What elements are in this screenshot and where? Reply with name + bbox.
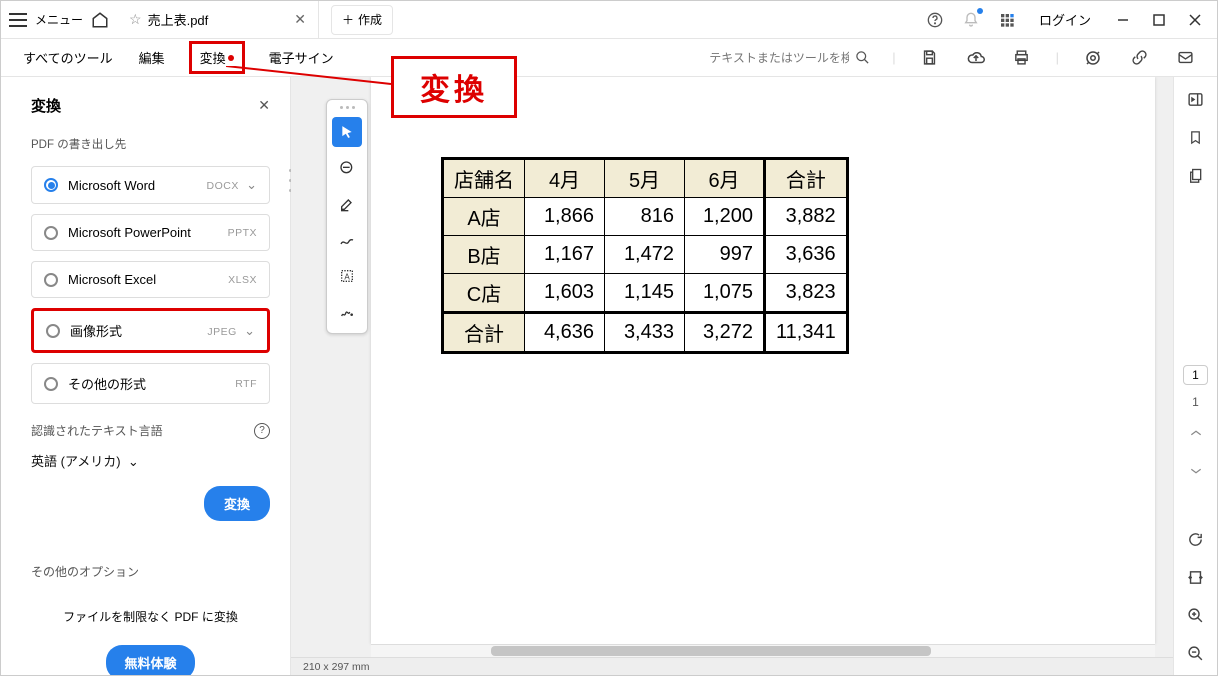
hamburger-menu[interactable]	[9, 13, 27, 27]
radio-icon	[44, 226, 58, 240]
new-tab-button[interactable]: ＋ 作成	[331, 5, 393, 35]
zoom-in-icon[interactable]	[1182, 601, 1210, 629]
tab-edit[interactable]: 編集	[137, 44, 167, 71]
language-label: 認識されたテキスト言語	[31, 422, 163, 439]
radio-selected-icon	[44, 178, 58, 192]
login-button[interactable]: ログイン	[1029, 6, 1101, 33]
document-tab[interactable]: ☆ 売上表.pdf ✕	[117, 1, 319, 39]
page-dimensions: 210 x 297 mm	[303, 661, 370, 673]
pages-icon[interactable]	[1182, 161, 1210, 189]
panel-subtitle: PDF の書き出し先	[31, 136, 270, 152]
apps-grid-icon[interactable]	[993, 6, 1021, 34]
horizontal-scrollbar[interactable]	[371, 644, 1155, 657]
plus-icon: ＋	[342, 11, 354, 28]
radio-icon	[44, 273, 58, 287]
export-option-other[interactable]: その他の形式 RTF	[31, 363, 270, 404]
tab-title: 売上表.pdf	[148, 10, 209, 29]
bookmark-icon[interactable]	[1182, 123, 1210, 151]
drag-handle-icon[interactable]	[340, 106, 355, 109]
convert-button[interactable]: 変換	[204, 486, 270, 521]
table-row: C店 1,603 1,145 1,075 3,823	[443, 274, 848, 313]
pointer-tool-icon[interactable]	[332, 117, 362, 147]
fit-width-icon[interactable]	[1182, 563, 1210, 591]
help-circle-icon[interactable]: ?	[254, 423, 270, 439]
chevron-down-icon: ⌄	[128, 454, 139, 469]
convert-panel: 変換 ✕ PDF の書き出し先 Microsoft Word DOCX ⌄ Mi…	[1, 77, 291, 675]
search-icon[interactable]	[855, 50, 870, 65]
export-option-powerpoint[interactable]: Microsoft PowerPoint PPTX	[31, 214, 270, 251]
page-tools-strip: A	[326, 99, 368, 334]
radio-icon	[46, 324, 60, 338]
table-total-row: 合計 4,636 3,433 3,272 11,341	[443, 313, 848, 353]
table-header-row: 店舗名 4月 5月 6月 合計	[443, 159, 848, 198]
current-page-indicator[interactable]: 1	[1183, 365, 1208, 385]
link-icon[interactable]	[1127, 46, 1151, 70]
chevron-down-icon: ⌄	[244, 323, 255, 338]
rotate-icon[interactable]	[1182, 525, 1210, 553]
export-option-excel[interactable]: Microsoft Excel XLSX	[31, 261, 270, 298]
menu-label[interactable]: メニュー	[35, 11, 83, 28]
svg-text:A: A	[344, 272, 350, 281]
signature-tool-icon[interactable]	[332, 297, 362, 327]
help-icon[interactable]	[921, 6, 949, 34]
minimize-icon[interactable]	[1109, 6, 1137, 34]
callout-dot	[228, 55, 234, 61]
status-bar: 210 x 297 mm	[291, 657, 1173, 675]
export-option-word[interactable]: Microsoft Word DOCX ⌄	[31, 166, 270, 204]
text-select-tool-icon[interactable]: A	[332, 261, 362, 291]
search-field[interactable]	[709, 50, 870, 65]
maximize-icon[interactable]	[1145, 6, 1173, 34]
tab-all-tools[interactable]: すべてのツール	[21, 44, 115, 71]
language-dropdown[interactable]: 英語 (アメリカ) ⌄	[31, 451, 270, 470]
document-viewer: 店舗名 4月 5月 6月 合計 A店 1,866 816 1,200 3,882	[291, 77, 1173, 675]
trial-button[interactable]: 無料体験	[106, 645, 194, 675]
table-row: B店 1,167 1,472 997 3,636	[443, 236, 848, 274]
star-icon[interactable]: ☆	[129, 11, 142, 28]
sales-table: 店舗名 4月 5月 6月 合計 A店 1,866 816 1,200 3,882	[441, 157, 849, 354]
total-pages: 1	[1192, 395, 1199, 409]
trial-text: ファイルを制限なく PDF に変換	[31, 608, 270, 625]
draw-tool-icon[interactable]	[332, 225, 362, 255]
zoom-out-icon[interactable]	[1182, 639, 1210, 667]
save-icon[interactable]	[918, 46, 942, 70]
pdf-page[interactable]: 店舗名 4月 5月 6月 合計 A店 1,866 816 1,200 3,882	[371, 77, 1155, 644]
export-option-image[interactable]: 画像形式 JPEG ⌄	[31, 308, 270, 353]
page-up-icon[interactable]	[1182, 419, 1210, 447]
ai-assistant-icon[interactable]	[1081, 46, 1105, 70]
radio-icon	[44, 377, 58, 391]
home-icon[interactable]	[91, 11, 109, 29]
share-icon[interactable]	[1173, 46, 1197, 70]
other-options-label[interactable]: その他のオプション	[31, 563, 270, 580]
panel-title: 変換	[31, 95, 61, 116]
chevron-down-icon: ⌄	[246, 177, 257, 192]
panel-close-icon[interactable]: ✕	[258, 97, 270, 114]
highlight-tool-icon[interactable]	[332, 189, 362, 219]
print-icon[interactable]	[1010, 46, 1034, 70]
right-sidebar: 1 1	[1173, 77, 1217, 675]
tab-close-icon[interactable]: ✕	[294, 11, 306, 28]
search-input[interactable]	[709, 51, 849, 65]
notification-bell-icon[interactable]	[957, 6, 985, 34]
comment-tool-icon[interactable]	[332, 153, 362, 183]
page-down-icon[interactable]	[1182, 457, 1210, 485]
scrollbar-thumb[interactable]	[491, 646, 931, 656]
panel-toggle-icon[interactable]	[1182, 85, 1210, 113]
new-tab-label: 作成	[358, 11, 382, 28]
callout-connector-line	[226, 66, 391, 96]
table-row: A店 1,866 816 1,200 3,882	[443, 198, 848, 236]
close-window-icon[interactable]	[1181, 6, 1209, 34]
cloud-upload-icon[interactable]	[964, 46, 988, 70]
callout-box: 変換	[391, 56, 517, 118]
